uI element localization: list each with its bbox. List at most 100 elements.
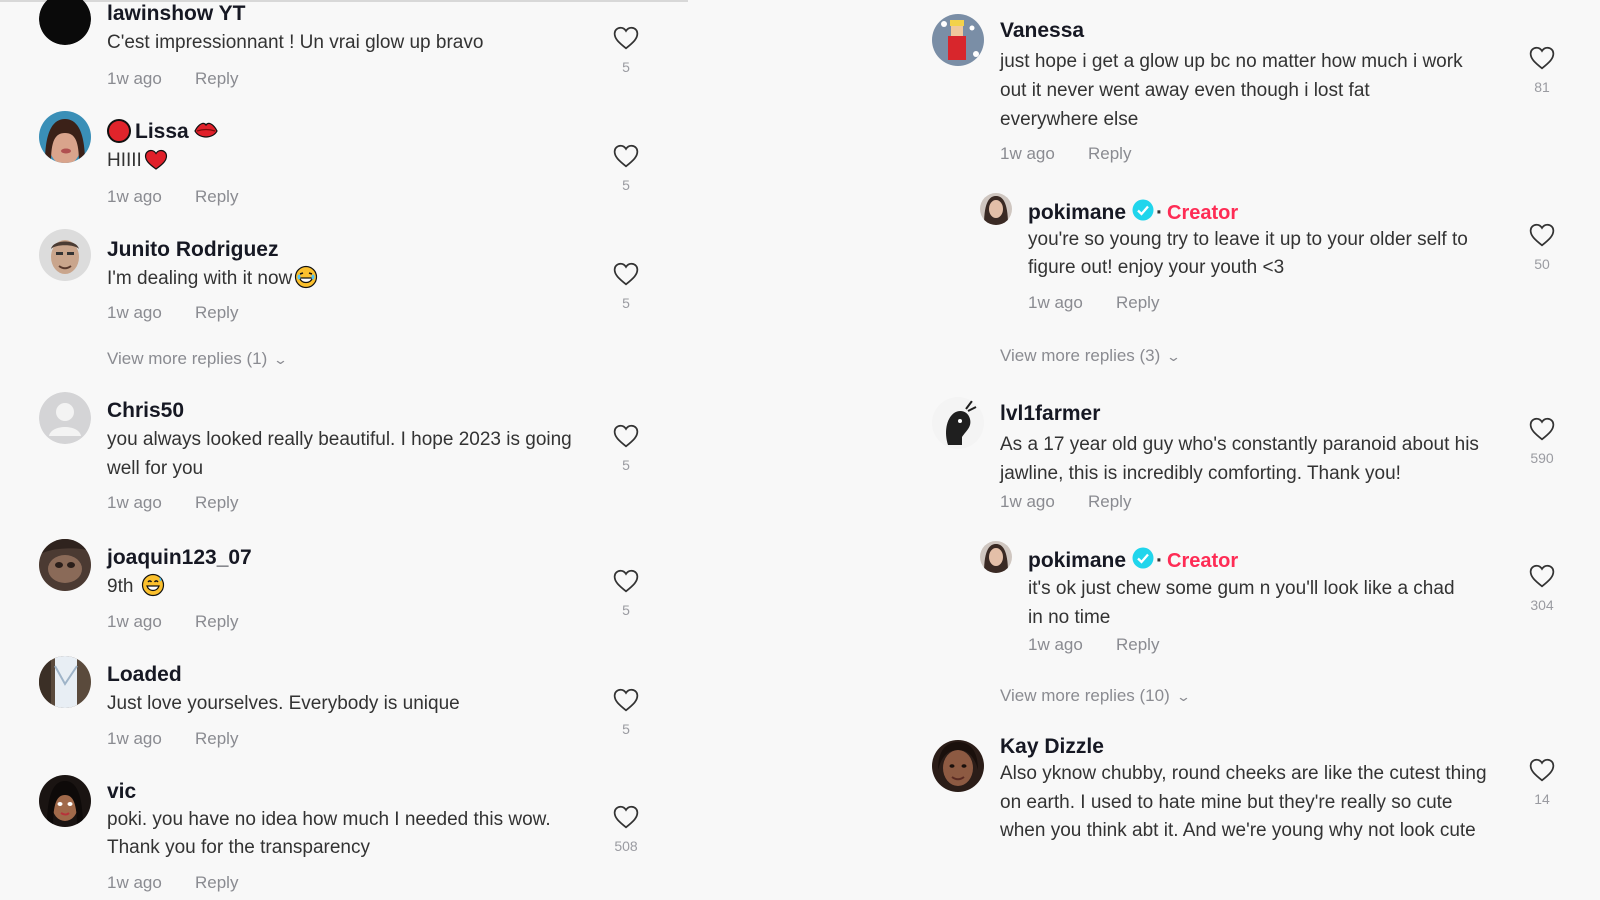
- avatar[interactable]: [39, 0, 91, 45]
- avatar[interactable]: [932, 14, 984, 66]
- comment-time: 1w ago: [107, 493, 162, 512]
- heart-icon[interactable]: [1529, 564, 1555, 588]
- comment-username[interactable]: vic: [107, 779, 136, 805]
- heart-icon[interactable]: [613, 805, 639, 829]
- avatar[interactable]: [39, 392, 91, 444]
- heart-icon[interactable]: [613, 26, 639, 50]
- heart-emoji: [144, 149, 167, 170]
- comment-username[interactable]: Chris50: [107, 398, 184, 424]
- comment-username[interactable]: Loaded: [107, 662, 182, 688]
- comment-meta: 1w ago Reply: [1028, 293, 1159, 313]
- comment-meta: 1w ago Reply: [1028, 635, 1159, 655]
- like-count: 304: [1530, 597, 1554, 613]
- heart-icon[interactable]: [613, 569, 639, 593]
- comment-item: Vanessa just hope i get a glow up bc no …: [932, 14, 1582, 174]
- comment-time: 1w ago: [1000, 144, 1055, 163]
- heart-icon[interactable]: [613, 688, 639, 712]
- grinning-sweat-emoji: [141, 573, 164, 597]
- like-count: 5: [622, 295, 630, 311]
- comment-text: I'm dealing with it now: [107, 264, 627, 293]
- like-control: 5: [606, 144, 646, 193]
- heart-icon[interactable]: [1529, 417, 1555, 441]
- comment-meta: 1w ago Reply: [107, 493, 238, 513]
- comment-username[interactable]: pokimane · Creator: [1028, 547, 1238, 574]
- reply-button[interactable]: Reply: [195, 69, 238, 88]
- comment-text: you always looked really beautiful. I ho…: [107, 429, 572, 479]
- reply-item: pokimane · Creator you're so young try to …: [980, 193, 1582, 323]
- heart-icon[interactable]: [1529, 758, 1555, 782]
- right-comment-panel: Vanessa just hope i get a glow up bc no …: [900, 0, 1600, 900]
- comment-text: Just love yourselves. Everybody is uniqu…: [107, 693, 460, 714]
- like-count: 5: [622, 721, 630, 737]
- reply-button[interactable]: Reply: [1116, 293, 1159, 312]
- like-control: 50: [1522, 223, 1562, 272]
- comment-username[interactable]: Lissa: [107, 119, 219, 145]
- like-count: 5: [622, 602, 630, 618]
- comment-username[interactable]: pokimane · Creator: [1028, 199, 1238, 226]
- comment-item: vic poki. you have no idea how much I ne…: [39, 775, 659, 900]
- reply-button[interactable]: Reply: [195, 493, 238, 512]
- avatar[interactable]: [39, 656, 91, 708]
- reply-button[interactable]: Reply: [195, 612, 238, 631]
- like-control: 5: [606, 262, 646, 311]
- heart-icon[interactable]: [613, 424, 639, 448]
- comment-time: 1w ago: [1028, 293, 1083, 312]
- creator-badge: Creator: [1167, 550, 1239, 572]
- verified-badge-icon: [1132, 547, 1154, 569]
- like-count: 508: [614, 838, 638, 854]
- like-control: 508: [606, 805, 646, 854]
- like-count: 5: [622, 59, 630, 75]
- red-circle-emoji: [107, 119, 131, 143]
- reply-button[interactable]: Reply: [1088, 144, 1131, 163]
- lips-emoji: [194, 122, 218, 138]
- avatar[interactable]: [980, 541, 1012, 573]
- comment-text: 9th: [107, 572, 627, 601]
- comment-meta: 1w ago Reply: [1000, 492, 1131, 512]
- comment-item: Junito Rodriguez I'm dealing with it now…: [39, 229, 659, 368]
- comment-meta: 1w ago Reply: [107, 303, 238, 323]
- avatar[interactable]: [980, 193, 1012, 225]
- avatar[interactable]: [932, 740, 984, 792]
- reply-button[interactable]: Reply: [1116, 635, 1159, 654]
- reply-button[interactable]: Reply: [1088, 492, 1131, 511]
- comment-text: C'est impressionnant ! Un vrai glow up b…: [107, 32, 484, 53]
- comment-meta: 1w ago Reply: [107, 187, 238, 207]
- comment-time: 1w ago: [107, 303, 162, 322]
- like-control: 5: [606, 688, 646, 737]
- comment-username[interactable]: Junito Rodriguez: [107, 237, 279, 263]
- avatar[interactable]: [39, 229, 91, 281]
- avatar[interactable]: [39, 539, 91, 591]
- heart-icon[interactable]: [1529, 46, 1555, 70]
- view-more-replies[interactable]: View more replies (10) ⌄: [1000, 686, 1191, 706]
- like-count: 50: [1534, 256, 1550, 272]
- reply-button[interactable]: Reply: [195, 729, 238, 748]
- comment-username[interactable]: joaquin123_07: [107, 545, 252, 571]
- comment-username[interactable]: Vanessa: [1000, 18, 1084, 44]
- comment-time: 1w ago: [107, 729, 162, 748]
- comment-meta: 1w ago Reply: [107, 69, 238, 89]
- like-control: 5: [606, 26, 646, 75]
- comment-item: lawinshow YT C'est impressionnant ! Un v…: [39, 0, 659, 123]
- avatar[interactable]: [932, 397, 984, 449]
- comment-username[interactable]: Kay Dizzle: [1000, 734, 1104, 760]
- comment-item: Chris50 you always looked really beautif…: [39, 392, 659, 522]
- heart-icon[interactable]: [613, 144, 639, 168]
- reply-button[interactable]: Reply: [195, 187, 238, 206]
- reply-button[interactable]: Reply: [195, 303, 238, 322]
- view-more-replies[interactable]: View more replies (1) ⌄: [107, 349, 288, 369]
- avatar[interactable]: [39, 111, 91, 163]
- verified-badge-icon: [1132, 199, 1154, 221]
- heart-icon[interactable]: [613, 262, 639, 286]
- comment-username[interactable]: lawinshow YT: [107, 1, 245, 27]
- comment-item: lvl1farmer As a 17 year old guy who's co…: [932, 397, 1582, 527]
- comment-text: As a 17 year old guy who's constantly pa…: [1000, 434, 1479, 484]
- like-control: 14: [1522, 758, 1562, 807]
- reply-button[interactable]: Reply: [195, 873, 238, 892]
- view-more-replies[interactable]: View more replies (3) ⌄: [1000, 346, 1181, 366]
- heart-icon[interactable]: [1529, 223, 1555, 247]
- comment-text: Also yknow chubby, round cheeks are like…: [1000, 763, 1487, 841]
- avatar[interactable]: [39, 775, 91, 827]
- comment-meta: 1w ago Reply: [1000, 144, 1131, 164]
- chevron-down-icon: ⌄: [1175, 689, 1191, 704]
- comment-username[interactable]: lvl1farmer: [1000, 401, 1100, 427]
